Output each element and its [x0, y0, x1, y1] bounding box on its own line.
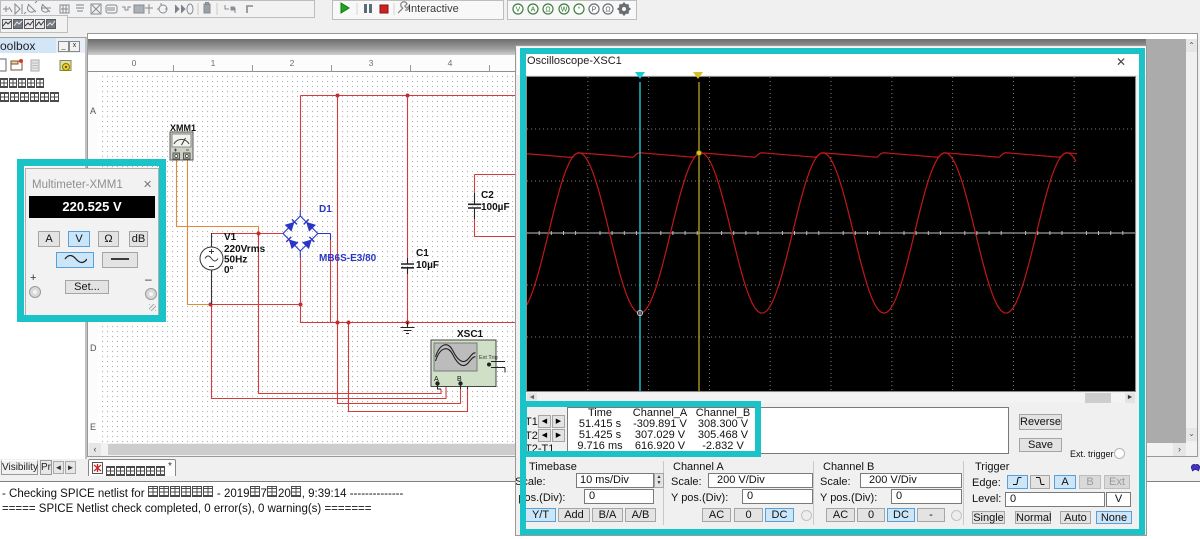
svg-text:220Vrms: 220Vrms	[224, 244, 266, 255]
svg-text:2: 2	[290, 58, 295, 68]
svg-text:XSC1: XSC1	[457, 329, 484, 340]
svg-text:Ω: Ω	[605, 7, 610, 14]
svg-text:50Hz: 50Hz	[224, 255, 247, 266]
svg-text:W: W	[561, 7, 568, 14]
svg-text:Ω: Ω	[545, 7, 550, 14]
svg-text:°: °	[578, 6, 581, 14]
svg-text:10µF: 10µF	[416, 260, 439, 271]
svg-text:1: 1	[211, 58, 216, 68]
svg-text:D1: D1	[319, 204, 332, 215]
svg-text:MB6S-E3/80: MB6S-E3/80	[319, 253, 377, 264]
svg-text:0: 0	[132, 58, 137, 68]
svg-text:100µF: 100µF	[481, 202, 510, 213]
svg-text:3: 3	[369, 58, 374, 68]
svg-text:P: P	[592, 7, 597, 14]
svg-text:C2: C2	[481, 190, 494, 201]
svg-text:Ext Trig: Ext Trig	[479, 355, 498, 361]
svg-text:V: V	[516, 7, 521, 14]
svg-text:XMM1: XMM1	[170, 123, 196, 133]
svg-text:4: 4	[448, 58, 453, 68]
svg-text:0°: 0°	[224, 265, 234, 276]
svg-text:A: A	[531, 7, 536, 14]
svg-text:V1: V1	[224, 232, 237, 243]
svg-text:C1: C1	[416, 248, 429, 259]
